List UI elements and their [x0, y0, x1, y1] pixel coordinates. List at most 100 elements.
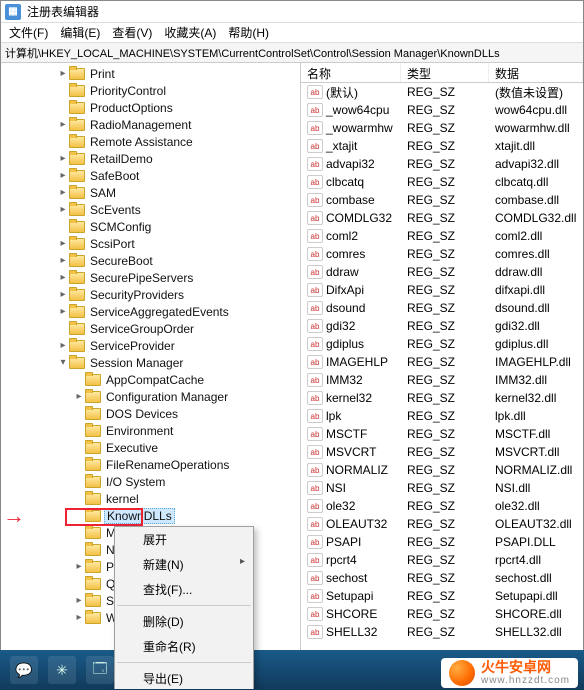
list-row[interactable]: abgdi32REG_SZgdi32.dll	[301, 317, 583, 335]
list-row[interactable]: ab_wowarmhwREG_SZwowarmhw.dll	[301, 119, 583, 137]
expander-icon[interactable]: ▸	[57, 204, 69, 215]
tree-item[interactable]: ▸ ServiceAggregatedEvents	[1, 303, 300, 320]
list-row[interactable]: ab_wow64cpuREG_SZwow64cpu.dll	[301, 101, 583, 119]
string-value-icon: ab	[307, 499, 323, 513]
expander-icon[interactable]: ▸	[57, 306, 69, 317]
list-row[interactable]: absechostREG_SZsechost.dll	[301, 569, 583, 587]
tree-item-label: ServiceAggregatedEvents	[88, 305, 231, 319]
column-type[interactable]: 类型	[401, 63, 489, 82]
list-row[interactable]: abPSAPIREG_SZPSAPI.DLL	[301, 533, 583, 551]
list-row[interactable]: abSetupapiREG_SZSetupapi.dll	[301, 587, 583, 605]
list-row[interactable]: abadvapi32REG_SZadvapi32.dll	[301, 155, 583, 173]
list-row[interactable]: abdsoundREG_SZdsound.dll	[301, 299, 583, 317]
list-row[interactable]: abNORMALIZREG_SZNORMALIZ.dll	[301, 461, 583, 479]
list-row[interactable]: abIMM32REG_SZIMM32.dll	[301, 371, 583, 389]
list-row[interactable]: abclbcatqREG_SZclbcatq.dll	[301, 173, 583, 191]
tree-item[interactable]: ▸RadioManagement	[1, 116, 300, 133]
tree-item[interactable]: I/O System	[1, 473, 300, 490]
tree-item[interactable]: ▸SecurityProviders	[1, 286, 300, 303]
menu-help[interactable]: 帮助(H)	[222, 22, 275, 43]
tree-item[interactable]: ▸ScEvents	[1, 201, 300, 218]
tree-item[interactable]: Environment	[1, 422, 300, 439]
list-row[interactable]: abcombaseREG_SZcombase.dll	[301, 191, 583, 209]
context-menu-item[interactable]: 展开	[115, 527, 253, 552]
list-row[interactable]: abOLEAUT32REG_SZOLEAUT32.dll	[301, 515, 583, 533]
tree-item[interactable]: Executive	[1, 439, 300, 456]
expander-icon[interactable]: ▸	[57, 255, 69, 266]
list-row[interactable]: abSHCOREREG_SZSHCORE.dll	[301, 605, 583, 623]
list-pane[interactable]: 名称 类型 数据 ab(默认)REG_SZ(数值未设置)ab_wow64cpuR…	[301, 63, 583, 689]
list-row[interactable]: abCOMDLG32REG_SZCOMDLG32.dll	[301, 209, 583, 227]
tree-item[interactable]: kernel	[1, 490, 300, 507]
list-row[interactable]: abMSVCRTREG_SZMSVCRT.dll	[301, 443, 583, 461]
expander-icon[interactable]: ▸	[73, 595, 85, 606]
tree-item[interactable]: DOS Devices	[1, 405, 300, 422]
tree-item[interactable]: ▸Configuration Manager	[1, 388, 300, 405]
list-row[interactable]: abrpcrt4REG_SZrpcrt4.dll	[301, 551, 583, 569]
tree-item[interactable]: KnownDLLs	[1, 507, 300, 524]
tree-item[interactable]: FileRenameOperations	[1, 456, 300, 473]
tree-item[interactable]: AppCompatCache	[1, 371, 300, 388]
tree-item[interactable]: ▸SAM	[1, 184, 300, 201]
menu-file[interactable]: 文件(F)	[3, 22, 54, 43]
expander-icon[interactable]: ▸	[73, 391, 85, 402]
list-row[interactable]: abcomresREG_SZcomres.dll	[301, 245, 583, 263]
context-menu-item[interactable]: 新建(N)	[115, 552, 253, 577]
list-row[interactable]: abole32REG_SZole32.dll	[301, 497, 583, 515]
context-menu-item[interactable]: 重命名(R)	[115, 634, 253, 659]
tree-item[interactable]: ▸ ServiceProvider	[1, 337, 300, 354]
list-row[interactable]: ab(默认)REG_SZ(数值未设置)	[301, 83, 583, 101]
value-data: wowarmhw.dll	[489, 121, 583, 135]
expander-icon[interactable]: ▸	[57, 238, 69, 249]
expander-icon[interactable]: ▸	[57, 289, 69, 300]
tree-item[interactable]: ▸SecurePipeServers	[1, 269, 300, 286]
list-row[interactable]: abgdiplusREG_SZgdiplus.dll	[301, 335, 583, 353]
tree-item-label: ServiceProvider	[88, 339, 177, 353]
tree-item[interactable]: Remote Assistance	[1, 133, 300, 150]
expander-icon[interactable]: ▸	[57, 340, 69, 351]
menu-favorites[interactable]: 收藏夹(A)	[158, 22, 222, 43]
tree-item[interactable]: SCMConfig	[1, 218, 300, 235]
tree-item[interactable]: ▸SecureBoot	[1, 252, 300, 269]
tree-item[interactable]: ▸ScsiPort	[1, 235, 300, 252]
path-bar[interactable]: 计算机\HKEY_LOCAL_MACHINE\SYSTEM\CurrentCon…	[1, 43, 583, 63]
menu-edit[interactable]: 编辑(E)	[54, 22, 106, 43]
expander-icon[interactable]: ▸	[57, 153, 69, 164]
tree-item[interactable]: ServiceGroupOrder	[1, 320, 300, 337]
tree-item-label: DOS Devices	[104, 407, 180, 421]
taskbar-chat-icon[interactable]: 💬	[10, 656, 38, 684]
taskbar-file-icon[interactable]: 🗔	[86, 656, 114, 684]
tree-pane[interactable]: ▸PrintPriorityControlProductOptions▸Radi…	[1, 63, 301, 689]
list-row[interactable]: abcoml2REG_SZcoml2.dll	[301, 227, 583, 245]
list-row[interactable]: ablpkREG_SZlpk.dll	[301, 407, 583, 425]
expander-icon[interactable]: ▸	[57, 68, 69, 79]
tree-item[interactable]: ▸Print	[1, 65, 300, 82]
tree-item[interactable]: ▸SafeBoot	[1, 167, 300, 184]
expander-icon[interactable]: ▸	[57, 272, 69, 283]
list-row[interactable]: abIMAGEHLPREG_SZIMAGEHLP.dll	[301, 353, 583, 371]
list-row[interactable]: abSHELL32REG_SZSHELL32.dll	[301, 623, 583, 641]
menu-view[interactable]: 查看(V)	[106, 22, 158, 43]
list-row[interactable]: abkernel32REG_SZkernel32.dll	[301, 389, 583, 407]
expander-icon[interactable]: ▸	[57, 170, 69, 181]
tree-item[interactable]: ProductOptions	[1, 99, 300, 116]
expander-icon[interactable]: ▸	[73, 612, 85, 623]
list-row[interactable]: abDifxApiREG_SZdifxapi.dll	[301, 281, 583, 299]
list-row[interactable]: abMSCTFREG_SZMSCTF.dll	[301, 425, 583, 443]
column-data[interactable]: 数据	[489, 63, 583, 82]
tree-item[interactable]: PriorityControl	[1, 82, 300, 99]
tree-item[interactable]: ▾Session Manager	[1, 354, 300, 371]
tree-item[interactable]: ▸RetailDemo	[1, 150, 300, 167]
expander-icon[interactable]: ▸	[73, 561, 85, 572]
taskbar-wechat-icon[interactable]: ✳	[48, 656, 76, 684]
context-menu-item[interactable]: 删除(D)	[115, 609, 253, 634]
expander-icon[interactable]: ▸	[57, 119, 69, 130]
context-menu-item[interactable]: 查找(F)...	[115, 577, 253, 602]
list-row[interactable]: abNSIREG_SZNSI.dll	[301, 479, 583, 497]
context-menu-item[interactable]: 导出(E)	[115, 666, 253, 689]
list-row[interactable]: abddrawREG_SZddraw.dll	[301, 263, 583, 281]
expander-icon[interactable]: ▾	[57, 357, 69, 368]
column-name[interactable]: 名称	[301, 63, 401, 82]
expander-icon[interactable]: ▸	[57, 187, 69, 198]
list-row[interactable]: ab_xtajitREG_SZxtajit.dll	[301, 137, 583, 155]
